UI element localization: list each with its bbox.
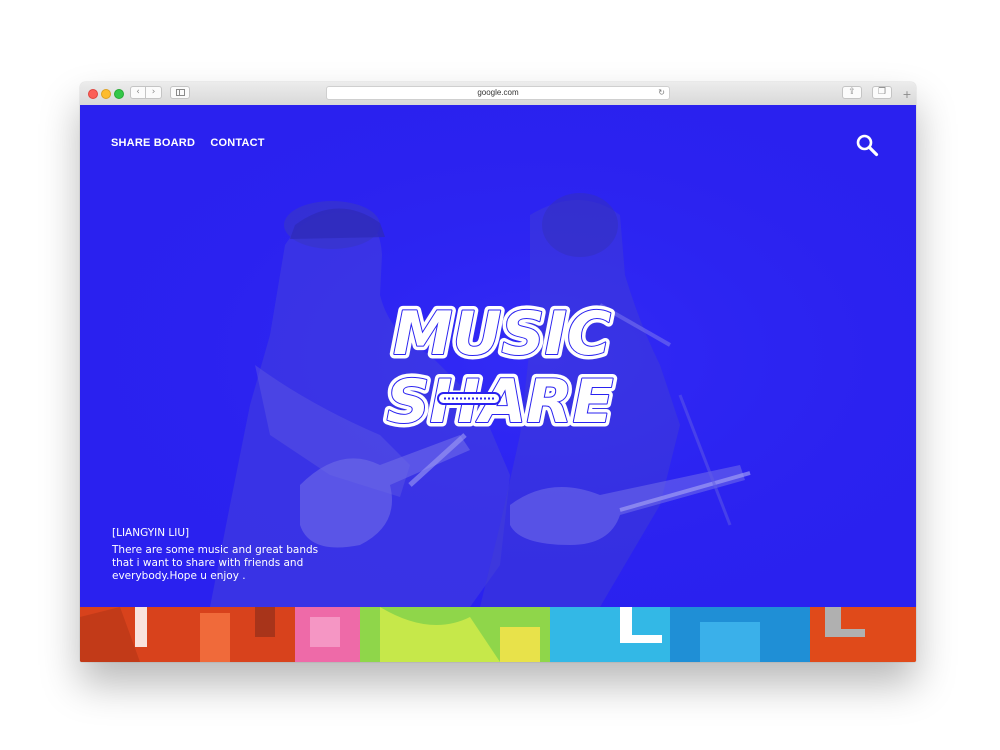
art-strip-image bbox=[80, 607, 916, 662]
browser-window: ‹ › google.com ↻ ⇪ ❐ + SHARE BOARD CONTA… bbox=[80, 82, 916, 662]
sidebar-icon bbox=[176, 89, 185, 96]
nav-share-board[interactable]: SHARE BOARD bbox=[111, 137, 195, 149]
logo-line-music: MUSIC bbox=[393, 299, 611, 369]
new-tab-button[interactable]: + bbox=[900, 88, 914, 102]
music-share-logo: MUSIC MUSIC MUSIC SHARE SHARE SHARE bbox=[382, 295, 618, 441]
maximize-window-icon[interactable] bbox=[114, 89, 124, 99]
reload-icon[interactable]: ↻ bbox=[658, 87, 665, 99]
hero-section: SHARE BOARD CONTACT MUSIC MUSIC MUSIC SH… bbox=[80, 105, 916, 607]
forward-button[interactable]: › bbox=[146, 86, 162, 99]
nav-contact[interactable]: CONTACT bbox=[210, 137, 264, 149]
show-tabs-button[interactable]: ❐ bbox=[872, 86, 892, 99]
share-button[interactable]: ⇪ bbox=[842, 86, 862, 99]
search-icon[interactable] bbox=[855, 133, 879, 157]
logo-line-share: SHARE bbox=[386, 367, 613, 437]
url-text: google.com bbox=[477, 88, 519, 97]
intro-text: There are some music and great bands tha… bbox=[112, 544, 319, 582]
close-window-icon[interactable] bbox=[88, 89, 98, 99]
browser-toolbar: ‹ › google.com ↻ ⇪ ❐ + bbox=[80, 82, 916, 106]
hero-caption: [LIANGYIN LIU] There are some music and … bbox=[112, 527, 332, 583]
main-nav: SHARE BOARD CONTACT bbox=[111, 137, 277, 149]
author-name: [LIANGYIN LIU] bbox=[112, 527, 190, 539]
back-button[interactable]: ‹ bbox=[130, 86, 146, 99]
address-bar[interactable]: google.com ↻ bbox=[326, 86, 670, 100]
sidebar-toggle-button[interactable] bbox=[170, 86, 190, 99]
minimize-window-icon[interactable] bbox=[101, 89, 111, 99]
